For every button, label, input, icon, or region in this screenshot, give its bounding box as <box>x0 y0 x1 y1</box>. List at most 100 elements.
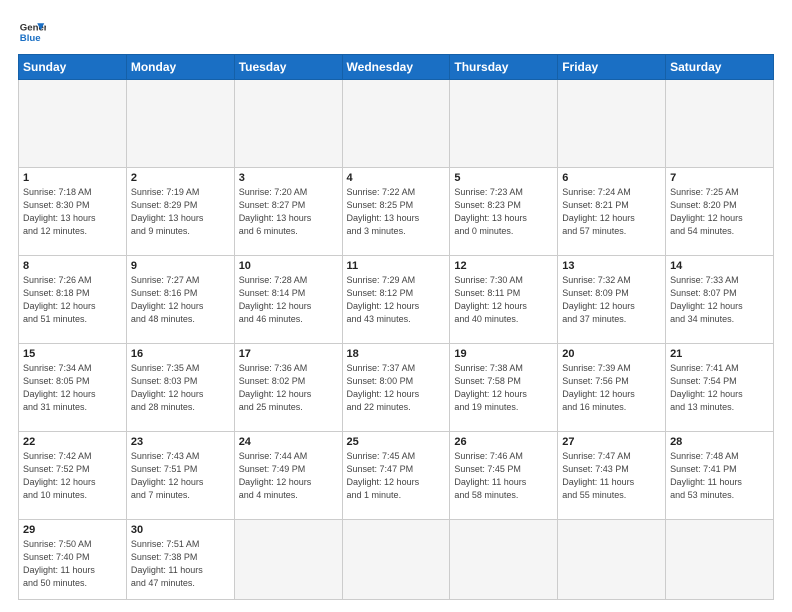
day-info: Sunrise: 7:27 AM Sunset: 8:16 PM Dayligh… <box>131 274 230 326</box>
calendar-cell: 30Sunrise: 7:51 AM Sunset: 7:38 PM Dayli… <box>126 520 234 600</box>
day-number: 24 <box>239 436 338 448</box>
day-number: 2 <box>131 172 230 184</box>
calendar-table: SundayMondayTuesdayWednesdayThursdayFrid… <box>18 54 774 600</box>
calendar-cell <box>126 80 234 168</box>
day-number: 27 <box>562 436 661 448</box>
day-info: Sunrise: 7:47 AM Sunset: 7:43 PM Dayligh… <box>562 450 661 502</box>
calendar-week-row: 29 Sunrise: 7:50 AM Sunset: 7:40 PM Dayli… <box>19 520 774 600</box>
day-info: Sunrise: 7:48 AM Sunset: 7:41 PM Dayligh… <box>670 450 769 502</box>
day-number: 19 <box>454 348 553 360</box>
day-number: 18 <box>347 348 446 360</box>
day-info: Sunrise: 7:28 AM Sunset: 8:14 PM Dayligh… <box>239 274 338 326</box>
day-number: 3 <box>239 172 338 184</box>
calendar-cell: 12 Sunrise: 7:30 AM Sunset: 8:11 PM Dayli… <box>450 256 558 344</box>
calendar-header-row: SundayMondayTuesdayWednesdayThursdayFrid… <box>19 55 774 80</box>
day-info: Sunrise: 7:37 AM Sunset: 8:00 PM Dayligh… <box>347 362 446 414</box>
day-info: Sunrise: 7:43 AM Sunset: 7:51 PM Dayligh… <box>131 450 230 502</box>
calendar-cell: 17 Sunrise: 7:36 AM Sunset: 8:02 PM Dayli… <box>234 344 342 432</box>
weekday-header: Wednesday <box>342 55 450 80</box>
day-number: 17 <box>239 348 338 360</box>
day-info: Sunrise: 7:18 AM Sunset: 8:30 PM Dayligh… <box>23 186 122 238</box>
day-number: 5 <box>454 172 553 184</box>
day-info: Sunrise: 7:45 AM Sunset: 7:47 PM Dayligh… <box>347 450 446 502</box>
day-info: Sunrise: 7:20 AM Sunset: 8:27 PM Dayligh… <box>239 186 338 238</box>
day-info: Sunrise: 7:24 AM Sunset: 8:21 PM Dayligh… <box>562 186 661 238</box>
day-number: 23 <box>131 436 230 448</box>
calendar-cell: 28Sunrise: 7:48 AM Sunset: 7:41 PM Dayli… <box>666 432 774 520</box>
day-info: Sunrise: 7:33 AM Sunset: 8:07 PM Dayligh… <box>670 274 769 326</box>
day-number: 22 <box>23 436 122 448</box>
day-info: Sunrise: 7:38 AM Sunset: 7:58 PM Dayligh… <box>454 362 553 414</box>
calendar-cell <box>450 80 558 168</box>
calendar-cell: 1 Sunrise: 7:18 AM Sunset: 8:30 PM Daylig… <box>19 168 127 256</box>
day-info: Sunrise: 7:46 AM Sunset: 7:45 PM Dayligh… <box>454 450 553 502</box>
calendar-cell <box>450 520 558 600</box>
calendar-cell <box>666 520 774 600</box>
calendar-cell: 13 Sunrise: 7:32 AM Sunset: 8:09 PM Dayli… <box>558 256 666 344</box>
calendar-cell: 11Sunrise: 7:29 AM Sunset: 8:12 PM Dayli… <box>342 256 450 344</box>
calendar-cell <box>342 520 450 600</box>
day-info: Sunrise: 7:34 AM Sunset: 8:05 PM Dayligh… <box>23 362 122 414</box>
day-info: Sunrise: 7:41 AM Sunset: 7:54 PM Dayligh… <box>670 362 769 414</box>
day-number: 10 <box>239 260 338 272</box>
day-number: 12 <box>454 260 553 272</box>
day-info: Sunrise: 7:39 AM Sunset: 7:56 PM Dayligh… <box>562 362 661 414</box>
day-number: 11 <box>347 260 446 272</box>
calendar-cell: 16 Sunrise: 7:35 AM Sunset: 8:03 PM Dayli… <box>126 344 234 432</box>
calendar-cell <box>666 80 774 168</box>
day-info: Sunrise: 7:32 AM Sunset: 8:09 PM Dayligh… <box>562 274 661 326</box>
day-info: Sunrise: 7:19 AM Sunset: 8:29 PM Dayligh… <box>131 186 230 238</box>
weekday-header: Tuesday <box>234 55 342 80</box>
day-info: Sunrise: 7:50 AM Sunset: 7:40 PM Dayligh… <box>23 538 122 590</box>
calendar-cell: 23 Sunrise: 7:43 AM Sunset: 7:51 PM Dayli… <box>126 432 234 520</box>
logo: General Blue <box>18 18 46 46</box>
calendar-cell: 20Sunrise: 7:39 AM Sunset: 7:56 PM Dayli… <box>558 344 666 432</box>
calendar-cell: 18 Sunrise: 7:37 AM Sunset: 8:00 PM Dayli… <box>342 344 450 432</box>
calendar-cell: 5 Sunrise: 7:23 AM Sunset: 8:23 PM Daylig… <box>450 168 558 256</box>
day-info: Sunrise: 7:44 AM Sunset: 7:49 PM Dayligh… <box>239 450 338 502</box>
day-number: 21 <box>670 348 769 360</box>
calendar-cell: 27 Sunrise: 7:47 AM Sunset: 7:43 PM Dayli… <box>558 432 666 520</box>
logo-icon: General Blue <box>18 18 46 46</box>
page-header: General Blue <box>18 18 774 46</box>
calendar-week-row <box>19 80 774 168</box>
day-number: 9 <box>131 260 230 272</box>
day-number: 29 <box>23 524 122 536</box>
day-number: 16 <box>131 348 230 360</box>
day-number: 4 <box>347 172 446 184</box>
day-info: Sunrise: 7:30 AM Sunset: 8:11 PM Dayligh… <box>454 274 553 326</box>
day-number: 13 <box>562 260 661 272</box>
calendar-cell: 22Sunrise: 7:42 AM Sunset: 7:52 PM Dayli… <box>19 432 127 520</box>
svg-text:Blue: Blue <box>20 33 41 44</box>
day-info: Sunrise: 7:35 AM Sunset: 8:03 PM Dayligh… <box>131 362 230 414</box>
calendar-week-row: 15 Sunrise: 7:34 AM Sunset: 8:05 PM Dayli… <box>19 344 774 432</box>
calendar-cell: 4Sunrise: 7:22 AM Sunset: 8:25 PM Daylig… <box>342 168 450 256</box>
calendar-cell <box>558 520 666 600</box>
weekday-header: Thursday <box>450 55 558 80</box>
day-number: 8 <box>23 260 122 272</box>
calendar-cell <box>558 80 666 168</box>
weekday-header: Friday <box>558 55 666 80</box>
day-info: Sunrise: 7:23 AM Sunset: 8:23 PM Dayligh… <box>454 186 553 238</box>
day-number: 26 <box>454 436 553 448</box>
day-number: 1 <box>23 172 122 184</box>
day-number: 15 <box>23 348 122 360</box>
calendar-cell: 8 Sunrise: 7:26 AM Sunset: 8:18 PM Daylig… <box>19 256 127 344</box>
calendar-cell: 7Sunrise: 7:25 AM Sunset: 8:20 PM Daylig… <box>666 168 774 256</box>
calendar-cell: 9 Sunrise: 7:27 AM Sunset: 8:16 PM Daylig… <box>126 256 234 344</box>
weekday-header: Monday <box>126 55 234 80</box>
calendar-cell: 19 Sunrise: 7:38 AM Sunset: 7:58 PM Dayli… <box>450 344 558 432</box>
calendar-cell: 14 Sunrise: 7:33 AM Sunset: 8:07 PM Dayli… <box>666 256 774 344</box>
calendar-cell <box>234 80 342 168</box>
calendar-cell <box>19 80 127 168</box>
calendar-cell: 6Sunrise: 7:24 AM Sunset: 8:21 PM Daylig… <box>558 168 666 256</box>
calendar-cell: 15 Sunrise: 7:34 AM Sunset: 8:05 PM Dayli… <box>19 344 127 432</box>
calendar-cell: 10 Sunrise: 7:28 AM Sunset: 8:14 PM Dayli… <box>234 256 342 344</box>
day-info: Sunrise: 7:36 AM Sunset: 8:02 PM Dayligh… <box>239 362 338 414</box>
day-info: Sunrise: 7:26 AM Sunset: 8:18 PM Dayligh… <box>23 274 122 326</box>
calendar-week-row: 22Sunrise: 7:42 AM Sunset: 7:52 PM Dayli… <box>19 432 774 520</box>
day-number: 30 <box>131 524 230 536</box>
weekday-header: Sunday <box>19 55 127 80</box>
day-number: 14 <box>670 260 769 272</box>
calendar-cell <box>234 520 342 600</box>
